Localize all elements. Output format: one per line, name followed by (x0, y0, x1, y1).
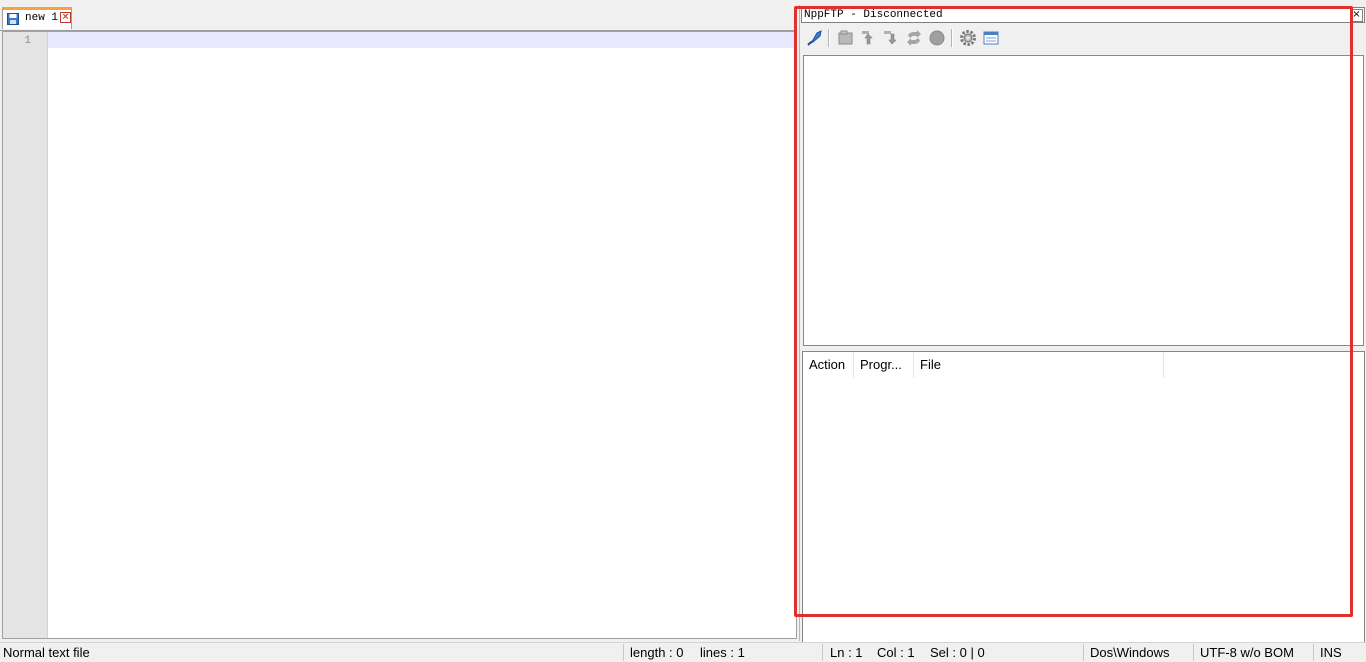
line-number-gutter: 1 (3, 32, 48, 638)
abort-button[interactable] (927, 28, 947, 48)
upload-button[interactable] (881, 28, 901, 48)
status-length: length : 0 (630, 645, 684, 660)
transfer-queue-list[interactable]: Action Progr... File (802, 351, 1365, 643)
status-bar: Normal text file length : 0 lines : 1 Ln… (0, 642, 1366, 662)
panel-title-bar: NppFTP - Disconnected × (801, 7, 1365, 23)
ftp-toolbar (801, 25, 1365, 51)
refresh-button[interactable] (904, 28, 924, 48)
status-column: Col : 1 (877, 645, 915, 660)
current-line-highlight (48, 32, 796, 48)
floppy-disk-icon (7, 13, 19, 25)
toolbar-separator (951, 29, 953, 47)
status-separator (1313, 644, 1314, 661)
text-editor[interactable]: 1 (2, 31, 797, 639)
status-file-type: Normal text file (3, 645, 90, 660)
connect-button[interactable] (805, 28, 825, 48)
open-directory-icon (838, 30, 853, 45)
upload-icon (884, 31, 897, 45)
abort-icon (929, 30, 945, 46)
close-panel-icon[interactable]: × (1350, 9, 1363, 22)
refresh-icon (907, 30, 921, 46)
toolbar-separator (828, 29, 830, 47)
status-separator (1193, 644, 1194, 661)
status-separator (623, 644, 624, 661)
message-window-button[interactable] (981, 28, 1001, 48)
status-encoding: UTF-8 w/o BOM (1200, 645, 1294, 660)
status-selection: Sel : 0 | 0 (930, 645, 985, 660)
tab-bar: new 1 × (0, 0, 797, 31)
column-header-progress[interactable]: Progr... (854, 352, 914, 378)
status-line-number: Ln : 1 (830, 645, 863, 660)
status-insert-mode: INS (1320, 645, 1342, 660)
panel-title: NppFTP - Disconnected (804, 9, 943, 21)
settings-icon (960, 30, 976, 46)
open-directory-button[interactable] (836, 28, 856, 48)
status-eol-format: Dos\Windows (1090, 645, 1170, 660)
connect-icon (807, 30, 822, 46)
remote-file-tree[interactable] (803, 55, 1364, 346)
status-separator (822, 644, 823, 661)
tab-title: new 1 (25, 12, 59, 24)
nppftp-panel: NppFTP - Disconnected × Action Progr... … (799, 5, 1366, 643)
download-button[interactable] (859, 28, 879, 48)
tab-new-1[interactable]: new 1 × (2, 7, 72, 29)
status-lines: lines : 1 (700, 645, 745, 660)
message-window-icon (983, 31, 999, 45)
settings-button[interactable] (958, 28, 978, 48)
column-header-file[interactable]: File (914, 352, 1164, 378)
column-header-action[interactable]: Action (803, 352, 854, 378)
line-number: 1 (24, 35, 31, 47)
download-icon (862, 31, 873, 45)
status-separator (1083, 644, 1084, 661)
close-tab-icon[interactable]: × (60, 12, 71, 23)
